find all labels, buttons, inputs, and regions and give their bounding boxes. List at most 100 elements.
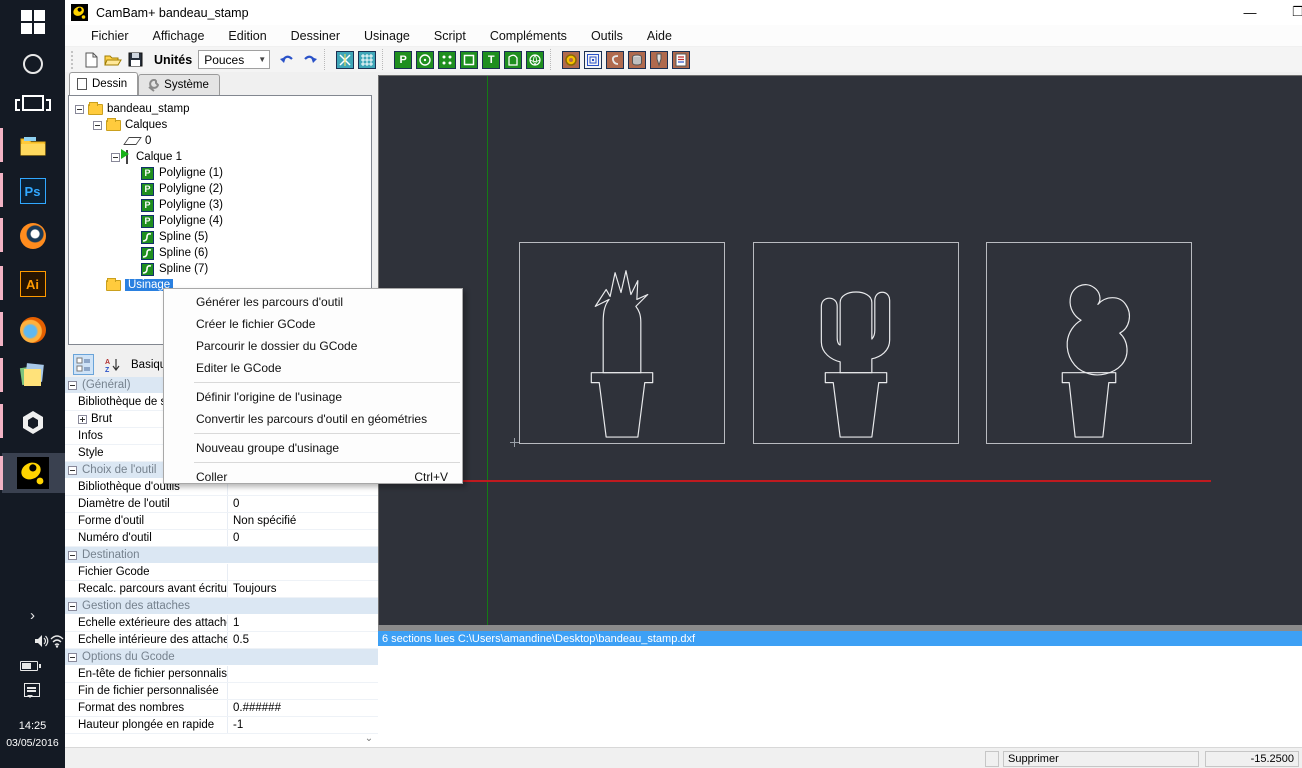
draw-text-button[interactable]: T	[480, 49, 502, 70]
menu-coller[interactable]: CollerCtrl+V	[164, 466, 462, 488]
tree-item-polyligne-4[interactable]: PPolyligne (4)	[69, 213, 371, 229]
property-row[interactable]: Echelle extérieure des attaches1	[65, 615, 378, 632]
open-file-button[interactable]	[102, 49, 124, 70]
tray-clock-time[interactable]: 14:25	[0, 720, 65, 732]
menu-affichage[interactable]: Affichage	[141, 27, 217, 45]
photoshop-button[interactable]: Ps	[0, 171, 65, 211]
collapse-icon[interactable]	[111, 153, 120, 162]
tree-item-calques[interactable]: Calques	[69, 117, 371, 133]
collapse-icon[interactable]	[68, 653, 77, 662]
sort-alphabetical-button[interactable]: A Z	[102, 354, 123, 375]
units-combobox[interactable]: Pouces ▼	[198, 50, 270, 69]
pocket-op-button[interactable]	[582, 49, 604, 70]
tree-item-polyligne-2[interactable]: PPolyligne (2)	[69, 181, 371, 197]
draw-polyline-button[interactable]: P	[392, 49, 414, 70]
tree-item-polyligne-3[interactable]: PPolyligne (3)	[69, 197, 371, 213]
menu-edition[interactable]: Edition	[216, 27, 278, 45]
draw-3d-button[interactable]	[524, 49, 546, 70]
menu-generer-parcours[interactable]: Générer les parcours d'outil	[164, 291, 462, 313]
expand-icon[interactable]	[78, 415, 87, 424]
action-center-button[interactable]	[24, 683, 40, 697]
wifi-button[interactable]	[50, 634, 64, 651]
collapse-icon[interactable]	[68, 466, 77, 475]
new-file-button[interactable]	[80, 49, 102, 70]
engrave-op-button[interactable]	[604, 49, 626, 70]
menu-editer-gcode[interactable]: Editer le GCode	[164, 357, 462, 379]
menu-dessiner[interactable]: Dessiner	[279, 27, 352, 45]
file-explorer-button[interactable]	[0, 126, 65, 166]
tab-dessin[interactable]: Dessin	[69, 72, 138, 95]
log-panel[interactable]	[378, 646, 1302, 747]
menu-script[interactable]: Script	[422, 27, 478, 45]
cambam-taskbar-button[interactable]	[0, 453, 65, 493]
category-gestion-attaches[interactable]: Gestion des attaches	[65, 598, 378, 615]
scroll-down-arrow[interactable]: ⌄	[362, 731, 376, 745]
restore-button[interactable]: ❐	[1283, 2, 1302, 22]
tree-item-spline-7[interactable]: Spline (7)	[69, 261, 371, 277]
illustrator-button[interactable]: Ai	[0, 264, 65, 304]
menu-usinage[interactable]: Usinage	[352, 27, 422, 45]
collapse-icon[interactable]	[75, 105, 84, 114]
task-view-button[interactable]	[0, 83, 65, 123]
undo-button[interactable]	[276, 49, 298, 70]
blender-button[interactable]	[0, 216, 65, 256]
property-row[interactable]: Forme d'outilNon spécifié	[65, 513, 378, 530]
unity-button[interactable]	[0, 402, 65, 442]
category-destination[interactable]: Destination	[65, 547, 378, 564]
tray-clock-date[interactable]: 03/05/2016	[0, 737, 65, 749]
menu-aide[interactable]: Aide	[635, 27, 684, 45]
gcode-edit-button[interactable]	[670, 49, 692, 70]
menu-creer-gcode[interactable]: Créer le fichier GCode	[164, 313, 462, 335]
tree-item-layer-0[interactable]: 0	[69, 133, 371, 149]
toolbar-grip[interactable]	[71, 51, 76, 69]
draw-rectangle-button[interactable]	[458, 49, 480, 70]
log-line-selected[interactable]: 6 sections lues C:\Users\amandine\Deskto…	[378, 631, 1302, 646]
property-row[interactable]: Numéro d'outil0	[65, 530, 378, 547]
property-row[interactable]: Recalc. parcours avant écritureToujours	[65, 581, 378, 598]
tree-item-bandeau-stamp[interactable]: bandeau_stamp	[69, 101, 371, 117]
vcarve-op-button[interactable]	[648, 49, 670, 70]
collapse-icon[interactable]	[68, 551, 77, 560]
firefox-button[interactable]	[0, 310, 65, 350]
property-row[interactable]: Echelle intérieure des attaches0.5	[65, 632, 378, 649]
draw-circle-button[interactable]	[414, 49, 436, 70]
volume-button[interactable]	[34, 634, 49, 651]
menu-parcourir-dossier-gcode[interactable]: Parcourir le dossier du GCode	[164, 335, 462, 357]
tree-item-calque-1[interactable]: Calque 1	[69, 149, 371, 165]
collapse-icon[interactable]	[68, 381, 77, 390]
categorized-view-button[interactable]	[73, 354, 94, 375]
category-options-gcode[interactable]: Options du Gcode	[65, 649, 378, 666]
cortana-button[interactable]	[0, 44, 65, 84]
menu-complements[interactable]: Compléments	[478, 27, 579, 45]
redo-button[interactable]	[298, 49, 320, 70]
tree-item-spline-6[interactable]: Spline (6)	[69, 245, 371, 261]
menu-outils[interactable]: Outils	[579, 27, 635, 45]
tree-item-polyligne-1[interactable]: PPolyligne (1)	[69, 165, 371, 181]
start-button[interactable]	[0, 2, 65, 42]
property-row[interactable]: Fin de fichier personnalisée	[65, 683, 378, 700]
minimize-button[interactable]: —	[1235, 2, 1265, 22]
save-button[interactable]	[124, 49, 146, 70]
menu-convertir-parcours[interactable]: Convertir les parcours d'outil en géomét…	[164, 408, 462, 430]
property-row[interactable]: Format des nombres0.######	[65, 700, 378, 717]
property-row[interactable]: Fichier Gcode	[65, 564, 378, 581]
drill-op-button[interactable]	[560, 49, 582, 70]
tray-expand-button[interactable]: ›	[0, 603, 65, 627]
collapse-icon[interactable]	[68, 602, 77, 611]
sticky-notes-button[interactable]	[0, 356, 65, 396]
menu-definir-origine[interactable]: Définir l'origine de l'usinage	[164, 386, 462, 408]
property-row[interactable]: Diamètre de l'outil0	[65, 496, 378, 513]
draw-surface-button[interactable]	[502, 49, 524, 70]
profile-op-button[interactable]	[626, 49, 648, 70]
tab-systeme[interactable]: Système	[138, 74, 220, 95]
menu-nouveau-groupe[interactable]: Nouveau groupe d'usinage	[164, 437, 462, 459]
stamp-frame-1[interactable]	[519, 242, 725, 444]
menu-fichier[interactable]: Fichier	[79, 27, 141, 45]
drawing-canvas[interactable]	[378, 75, 1302, 625]
tree-item-spline-5[interactable]: Spline (5)	[69, 229, 371, 245]
property-row[interactable]: Hauteur plongée en rapide-1	[65, 717, 378, 734]
draw-points-button[interactable]	[436, 49, 458, 70]
stamp-frame-3[interactable]	[986, 242, 1192, 444]
show-axes-button[interactable]	[334, 49, 356, 70]
show-grid-button[interactable]	[356, 49, 378, 70]
